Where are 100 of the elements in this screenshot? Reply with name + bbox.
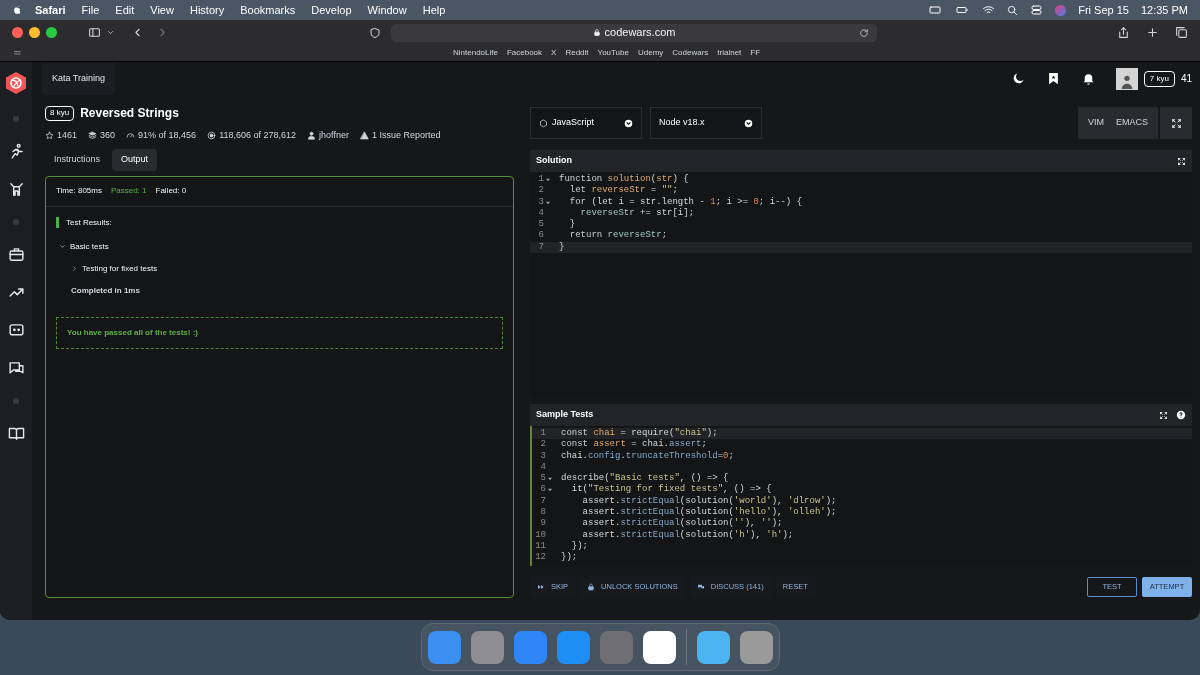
chevron-down-icon[interactable]: [59, 243, 66, 250]
code-line: });: [560, 552, 578, 564]
menu-item[interactable]: Edit: [115, 1, 135, 19]
expand-icon[interactable]: [1177, 156, 1186, 166]
code-line: function solution(str) {: [558, 174, 689, 185]
line-number: 9: [540, 518, 546, 530]
window-control[interactable]: [12, 27, 23, 38]
code-line: assert.strictEqual(solution('hello'), 'olleh');: [581, 507, 837, 518]
grid-icon[interactable]: [12, 49, 23, 57]
fold-icon[interactable]: [547, 487, 553, 494]
bookmark-link[interactable]: NintendoLife: [453, 47, 498, 59]
code-line: assert.strictEqual(solution('world'), 'dlrow');: [581, 495, 837, 507]
bookmark-link[interactable]: Facebook: [506, 47, 543, 59]
bookmark-link[interactable]: Codewars: [672, 47, 709, 59]
tab[interactable]: Instructions: [45, 148, 110, 171]
menubar-date: Fri Sep 15: [1078, 2, 1129, 18]
code-line: });: [570, 540, 588, 552]
bookmark-link[interactable]: Reddit: [565, 47, 589, 59]
window-control[interactable]: [29, 27, 40, 38]
line-number: 1: [538, 174, 544, 186]
avatar[interactable]: [1115, 67, 1138, 90]
breadcrumb-link[interactable]: Kata Training: [42, 62, 116, 95]
battery-icon: [954, 4, 971, 16]
code-line: let reverseStr = "";: [568, 185, 678, 197]
plus-icon[interactable]: [1146, 26, 1159, 39]
test-group-label[interactable]: Basic tests: [70, 240, 109, 253]
fold-icon[interactable]: [547, 476, 553, 483]
code-line: for (let i = str.length - 1; i >= 0; i--) {: [568, 196, 803, 208]
star-icon: [45, 131, 54, 141]
menu-item[interactable]: Bookmarks: [240, 1, 296, 19]
menu-item[interactable]: Safari: [35, 1, 66, 19]
completed-time: Completed in 1ms: [71, 284, 141, 297]
menubar-time: 12:35 PM: [1140, 2, 1188, 18]
target-icon: [207, 131, 217, 141]
apple-icon: [12, 4, 23, 16]
stat-value: jhoffner: [319, 129, 349, 142]
keymap-button[interactable]: VIM: [1087, 116, 1104, 130]
share-icon[interactable]: [1117, 26, 1130, 39]
code-line: return reverseStr;: [568, 230, 668, 242]
warning-icon: [359, 131, 369, 141]
code-line: assert.strictEqual(solution(''), '');: [581, 518, 783, 530]
line-number: 1: [540, 428, 546, 440]
gauge-icon: [126, 131, 136, 141]
version-select[interactable]: Node v18.x: [650, 107, 762, 139]
tabs-icon[interactable]: [1175, 26, 1188, 39]
fullscreen-button[interactable]: [1160, 107, 1192, 139]
bookmark-link[interactable]: trialnet: [717, 47, 742, 59]
code-line: chai.config.truncateThreshold=0;: [560, 450, 734, 462]
line-number: 5: [538, 219, 544, 231]
stat-value: 1461: [57, 129, 78, 142]
sidebar-icon[interactable]: [87, 26, 102, 39]
bookmark-link[interactable]: X: [551, 47, 557, 59]
chevron-down-icon[interactable]: [106, 28, 115, 37]
window-control[interactable]: [46, 27, 57, 38]
chevron-right-icon[interactable]: [71, 265, 78, 272]
bookmark-link[interactable]: FF: [750, 47, 761, 59]
keyboard-icon: [928, 4, 943, 16]
reload-icon[interactable]: [859, 27, 869, 38]
code-line: describe("Basic tests", () => {: [560, 473, 729, 484]
book-icon[interactable]: [7, 425, 25, 442]
line-number: 3: [540, 450, 546, 462]
panel-title: Solution: [536, 154, 572, 168]
code-line: }: [568, 219, 576, 231]
panel-title: Sample Tests: [536, 408, 594, 422]
keymap-button[interactable]: EMACS: [1116, 116, 1148, 130]
failed-count: Failed: 0: [155, 185, 187, 197]
bookmark-link[interactable]: YouTube: [597, 47, 629, 59]
figure-icon[interactable]: [7, 181, 25, 198]
menu-item[interactable]: Help: [422, 1, 446, 19]
line-number: 10: [535, 529, 546, 541]
address-bar[interactable]: codewars.com: [391, 23, 877, 42]
success-message: You have passed all of the tests! :): [56, 316, 503, 349]
menu-item[interactable]: History: [189, 1, 225, 19]
line-number: 6: [538, 230, 544, 242]
logo-icon[interactable]: [4, 71, 28, 95]
test-case-label[interactable]: Testing for fixed tests: [82, 262, 158, 275]
result-marker: [56, 217, 59, 228]
menu-item[interactable]: Window: [367, 1, 407, 19]
fold-icon[interactable]: [545, 177, 551, 183]
briefcase-icon[interactable]: [7, 246, 25, 263]
chevron-circle-icon: [744, 118, 753, 128]
help-icon[interactable]: [1176, 410, 1186, 420]
lock-icon: [587, 583, 596, 591]
fold-icon[interactable]: [545, 199, 551, 206]
language-select[interactable]: JavaScript: [530, 107, 642, 139]
cube-icon: [539, 118, 548, 128]
expand-icon[interactable]: [1159, 410, 1168, 420]
time-label: Time: 805ms: [56, 185, 102, 197]
menu-item[interactable]: View: [150, 1, 174, 19]
stack-icon: [88, 131, 98, 141]
line-number: 7: [540, 495, 546, 508]
bookmark-link[interactable]: Udemy: [637, 47, 664, 59]
code-line: reverseStr += str[i];: [579, 207, 695, 220]
line-number: 7: [538, 241, 544, 254]
stat-value: 360: [100, 129, 116, 142]
menu-item[interactable]: Develop: [311, 1, 352, 19]
shield-icon[interactable]: [369, 26, 381, 39]
tab[interactable]: Output: [112, 148, 158, 171]
line-number: 6: [540, 484, 546, 496]
menu-item[interactable]: File: [81, 1, 100, 19]
